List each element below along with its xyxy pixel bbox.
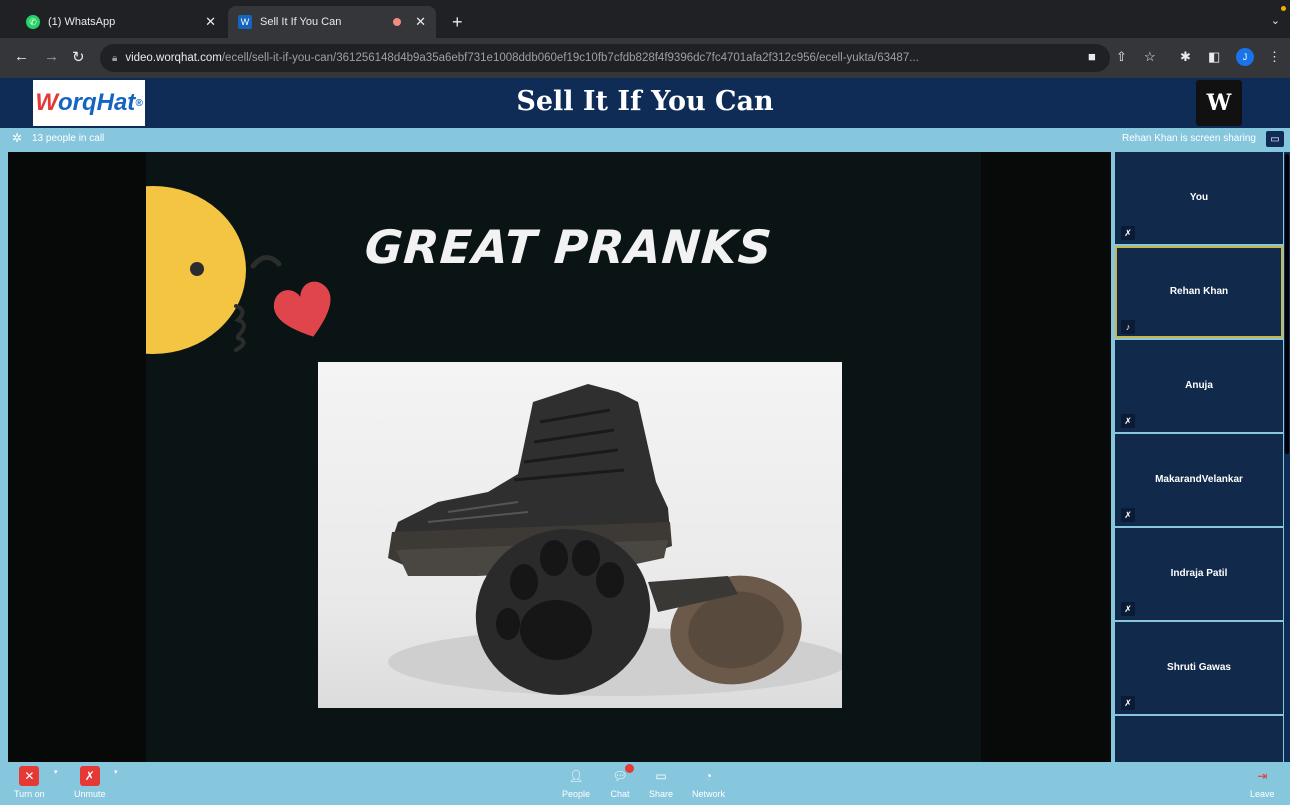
screen-share-icon: ▭ bbox=[655, 769, 667, 783]
screen-view-icon[interactable]: ▭ bbox=[1266, 131, 1284, 147]
camera-label: Turn on bbox=[14, 789, 45, 799]
participants-sidebar: You ✗ Rehan Khan ♪ Anuja ✗ MakarandVelan… bbox=[1113, 150, 1290, 762]
gear-icon[interactable]: ✲ bbox=[12, 131, 22, 145]
chat-label: Chat bbox=[610, 789, 630, 799]
lock-icon[interactable]: 🔒︎ bbox=[112, 53, 117, 64]
participant-tile-anuja[interactable]: Anuja ✗ bbox=[1115, 340, 1283, 432]
extensions-icon[interactable]: ✱ bbox=[1180, 49, 1191, 65]
tab-whatsapp[interactable]: ✆ (1) WhatsApp ✕ bbox=[16, 6, 226, 38]
scrollbar-thumb[interactable] bbox=[1285, 154, 1289, 454]
participant-list: You ✗ Rehan Khan ♪ Anuja ✗ MakarandVelan… bbox=[1115, 152, 1283, 762]
participant-name: Rehan Khan bbox=[1169, 286, 1229, 297]
tab-sell-it[interactable]: W Sell It If You Can ✕ bbox=[228, 6, 436, 38]
page-title: Sell It If You Can bbox=[516, 86, 774, 117]
network-label: Network bbox=[692, 789, 726, 799]
app-header: WorqHat ® Sell It If You Can W bbox=[0, 78, 1290, 128]
url-path: /ecell/sell-it-if-you-can/361256148d4b9a… bbox=[221, 52, 919, 64]
more-menu-icon[interactable]: ⋮ bbox=[1268, 49, 1281, 65]
slide-title: GREAT PRANKS bbox=[363, 220, 775, 274]
participant-name: MakarandVelankar bbox=[1155, 474, 1243, 485]
participant-tile-makarand[interactable]: MakarandVelankar ✗ bbox=[1115, 434, 1283, 526]
mic-off-icon: ✗ bbox=[1121, 226, 1135, 240]
whatsapp-icon: ✆ bbox=[26, 15, 40, 29]
leave-button[interactable]: ⇥ Leave bbox=[1250, 766, 1275, 799]
browser-tab-strip: ✆ (1) WhatsApp ✕ W Sell It If You Can ✕ … bbox=[0, 0, 1290, 38]
url-host: video.worqhat.com bbox=[125, 52, 222, 64]
share-label: Share bbox=[649, 789, 674, 799]
bookmark-star-icon[interactable]: ☆ bbox=[1144, 49, 1156, 65]
participant-tile-you[interactable]: You ✗ bbox=[1115, 152, 1283, 244]
mic-off-icon: ✗ bbox=[1121, 602, 1135, 616]
tab-title: Sell It If You Can bbox=[260, 16, 342, 28]
unmute-button[interactable]: ✗ Unmute bbox=[74, 766, 106, 799]
people-icon: 👤︎ bbox=[568, 769, 584, 783]
people-count: 13 people in call bbox=[32, 133, 105, 144]
mic-off-icon: ✗ bbox=[79, 766, 100, 786]
worqhat-favicon-icon: W bbox=[238, 15, 252, 29]
recording-icon bbox=[393, 18, 402, 26]
new-tab-icon[interactable]: + bbox=[452, 12, 463, 33]
heart-icon bbox=[273, 281, 331, 337]
participant-tile-indraja[interactable]: Indraja Patil ✗ bbox=[1115, 528, 1283, 620]
participant-name: Shruti Gawas bbox=[1167, 662, 1231, 673]
address-bar[interactable]: 🔒︎ video.worqhat.com /ecell/sell-it-if-y… bbox=[100, 44, 1110, 72]
mic-on-icon: ♪ bbox=[1121, 320, 1135, 334]
participant-tile-shruti[interactable]: Shruti Gawas ✗ bbox=[1115, 622, 1283, 714]
notification-badge bbox=[625, 764, 634, 773]
ecell-logo: W bbox=[1196, 80, 1242, 126]
network-gauge-icon: ◔ bbox=[704, 769, 713, 783]
close-icon[interactable]: ✕ bbox=[205, 14, 216, 30]
network-button[interactable]: ◔ Network bbox=[692, 766, 725, 799]
screen-sharing-status: Rehan Khan is screen sharing bbox=[1122, 133, 1256, 144]
people-label: People bbox=[562, 789, 591, 799]
leave-label: Leave bbox=[1250, 789, 1275, 799]
reload-icon[interactable]: ↻ bbox=[72, 48, 85, 66]
back-icon[interactable]: ← bbox=[14, 48, 29, 65]
close-icon[interactable]: ✕ bbox=[415, 14, 426, 30]
participant-name: Anuja bbox=[1185, 380, 1213, 391]
shared-screen: GREAT PRANKS bbox=[8, 152, 1111, 762]
chevron-down-icon[interactable]: ⌄ bbox=[1271, 14, 1280, 27]
video-off-icon: ✕ bbox=[19, 766, 40, 786]
update-dot-icon bbox=[1281, 6, 1286, 11]
participant-name: You bbox=[1189, 192, 1209, 203]
main-stage: GREAT PRANKS bbox=[0, 150, 1113, 762]
chevron-down-icon[interactable]: ▾ bbox=[114, 768, 118, 776]
camera-in-use-icon[interactable]: ■ bbox=[1088, 49, 1096, 64]
boots-photo bbox=[318, 362, 842, 708]
mic-label: Unmute bbox=[74, 789, 106, 799]
chevron-down-icon[interactable]: ▾ bbox=[54, 768, 58, 776]
participant-tile-rehan-khan[interactable]: Rehan Khan ♪ bbox=[1115, 246, 1283, 338]
call-info-bar: ✲ 13 people in call Rehan Khan is screen… bbox=[0, 128, 1290, 150]
share-icon[interactable]: ⇧ bbox=[1116, 49, 1127, 65]
browser-toolbar: ← → ↻ 🔒︎ video.worqhat.com /ecell/sell-i… bbox=[0, 38, 1290, 78]
leave-icon: ⇥ bbox=[1257, 769, 1268, 783]
tab-title: (1) WhatsApp bbox=[48, 16, 116, 28]
forward-icon[interactable]: → bbox=[44, 48, 59, 65]
people-button[interactable]: 👤︎ People bbox=[562, 766, 590, 799]
mic-off-icon: ✗ bbox=[1121, 696, 1135, 710]
chat-icon: 💬︎ bbox=[610, 764, 634, 786]
share-button[interactable]: ▭ Share bbox=[649, 766, 673, 799]
mic-off-icon: ✗ bbox=[1121, 508, 1135, 522]
call-controls-bar: ✕ Turn on ▾ ✗ Unmute ▾ 👤︎ People 💬︎ Chat… bbox=[0, 762, 1290, 805]
mic-off-icon: ✗ bbox=[1121, 414, 1135, 428]
chat-button[interactable]: 💬︎ Chat bbox=[610, 764, 634, 799]
participant-tile-partial[interactable] bbox=[1115, 716, 1283, 762]
side-panel-icon[interactable]: ◧ bbox=[1208, 49, 1220, 65]
camera-button[interactable]: ✕ Turn on bbox=[14, 766, 45, 799]
participant-name: Indraja Patil bbox=[1170, 568, 1228, 579]
profile-avatar[interactable]: J bbox=[1236, 48, 1254, 66]
